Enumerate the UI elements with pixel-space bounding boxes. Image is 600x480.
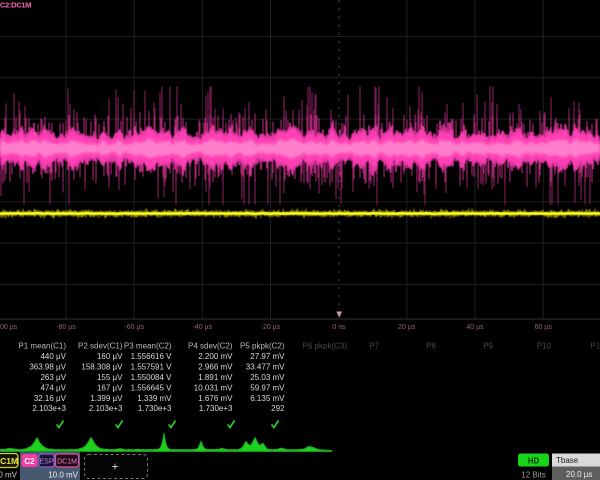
svg-text:P3 mean(C2): P3 mean(C2) <box>124 342 172 351</box>
svg-text:2.966 mV: 2.966 mV <box>198 362 233 371</box>
svg-text:27.97 mV: 27.97 mV <box>250 352 285 361</box>
svg-text:474 µV: 474 µV <box>40 383 66 392</box>
svg-text:263 µV: 263 µV <box>40 373 66 382</box>
svg-text:6.135 mV: 6.135 mV <box>250 394 285 403</box>
svg-text:HD: HD <box>528 457 540 466</box>
svg-text:158.308 µV: 158.308 µV <box>81 362 123 371</box>
svg-text:2.200 mV: 2.200 mV <box>198 352 233 361</box>
svg-text:Tbase: Tbase <box>556 456 579 465</box>
svg-text:1.676 mV: 1.676 mV <box>198 394 233 403</box>
svg-text:+: + <box>112 462 119 474</box>
svg-text:.0 mV: .0 mV <box>0 471 18 480</box>
svg-text:32.16 µV: 32.16 µV <box>34 394 67 403</box>
svg-text:363.98 µV: 363.98 µV <box>29 362 66 371</box>
svg-text:1.339 mV: 1.339 mV <box>137 394 172 403</box>
svg-text:1.730e+3: 1.730e+3 <box>199 404 233 413</box>
svg-text:P1 mean(C1): P1 mean(C1) <box>18 342 66 351</box>
svg-text:10.0 mV: 10.0 mV <box>48 471 78 480</box>
svg-text:20.0 µs: 20.0 µs <box>566 470 592 479</box>
svg-text:1.399 µV: 1.399 µV <box>90 394 123 403</box>
svg-text:C2: C2 <box>24 457 35 466</box>
svg-text:1.556616 V: 1.556616 V <box>131 352 173 361</box>
svg-text:10.031 mV: 10.031 mV <box>194 383 233 392</box>
svg-text:292: 292 <box>271 404 285 413</box>
svg-text:1.550084 V: 1.550084 V <box>131 373 173 382</box>
svg-text:-60 µs: -60 µs <box>124 324 144 331</box>
svg-text:-20 µs: -20 µs <box>261 324 281 331</box>
svg-text:12 Bits: 12 Bits <box>521 471 545 480</box>
svg-text:33.477 mV: 33.477 mV <box>246 362 285 371</box>
svg-text:00 µs: 00 µs <box>0 324 18 331</box>
svg-text:1.556645 V: 1.556645 V <box>131 383 173 392</box>
svg-text:1.891 mV: 1.891 mV <box>198 373 233 382</box>
svg-text:1.730e+3: 1.730e+3 <box>138 404 172 413</box>
svg-text:40 µs: 40 µs <box>466 324 484 331</box>
svg-text:P5 pkpk(C2): P5 pkpk(C2) <box>240 342 285 351</box>
svg-text:P7: P7 <box>369 342 379 351</box>
svg-text:P11: P11 <box>590 342 600 351</box>
svg-text:2.103e+3: 2.103e+3 <box>89 404 123 413</box>
svg-text:160 µV: 160 µV <box>97 352 123 361</box>
svg-text:DC1M: DC1M <box>0 456 18 466</box>
svg-text:P6 pkpk(C3): P6 pkpk(C3) <box>303 342 348 351</box>
svg-text:59.97 mV: 59.97 mV <box>250 383 285 392</box>
svg-text:P4 sdev(C2): P4 sdev(C2) <box>188 342 233 351</box>
svg-text:P2 sdev(C1): P2 sdev(C1) <box>78 342 123 351</box>
svg-text:P9: P9 <box>483 342 493 351</box>
svg-text:167 µV: 167 µV <box>97 383 123 392</box>
svg-text:DC1M: DC1M <box>57 459 77 466</box>
svg-text:P10: P10 <box>537 342 552 351</box>
svg-text:ESP: ESP <box>39 459 53 466</box>
svg-text:-80 µs: -80 µs <box>56 324 76 331</box>
svg-text:C2:DC1M: C2:DC1M <box>0 1 31 10</box>
svg-text:-40 µs: -40 µs <box>192 324 212 331</box>
svg-text:20 µs: 20 µs <box>398 324 416 331</box>
svg-text:440 µV: 440 µV <box>40 352 66 361</box>
svg-text:0 ns: 0 ns <box>332 324 346 331</box>
svg-text:2.103e+3: 2.103e+3 <box>32 404 66 413</box>
svg-text:1.557591 V: 1.557591 V <box>131 362 173 371</box>
svg-text:P8: P8 <box>426 342 436 351</box>
svg-text:25.03 mV: 25.03 mV <box>250 373 285 382</box>
svg-text:155 µV: 155 µV <box>97 373 123 382</box>
svg-text:60 µs: 60 µs <box>535 324 553 331</box>
